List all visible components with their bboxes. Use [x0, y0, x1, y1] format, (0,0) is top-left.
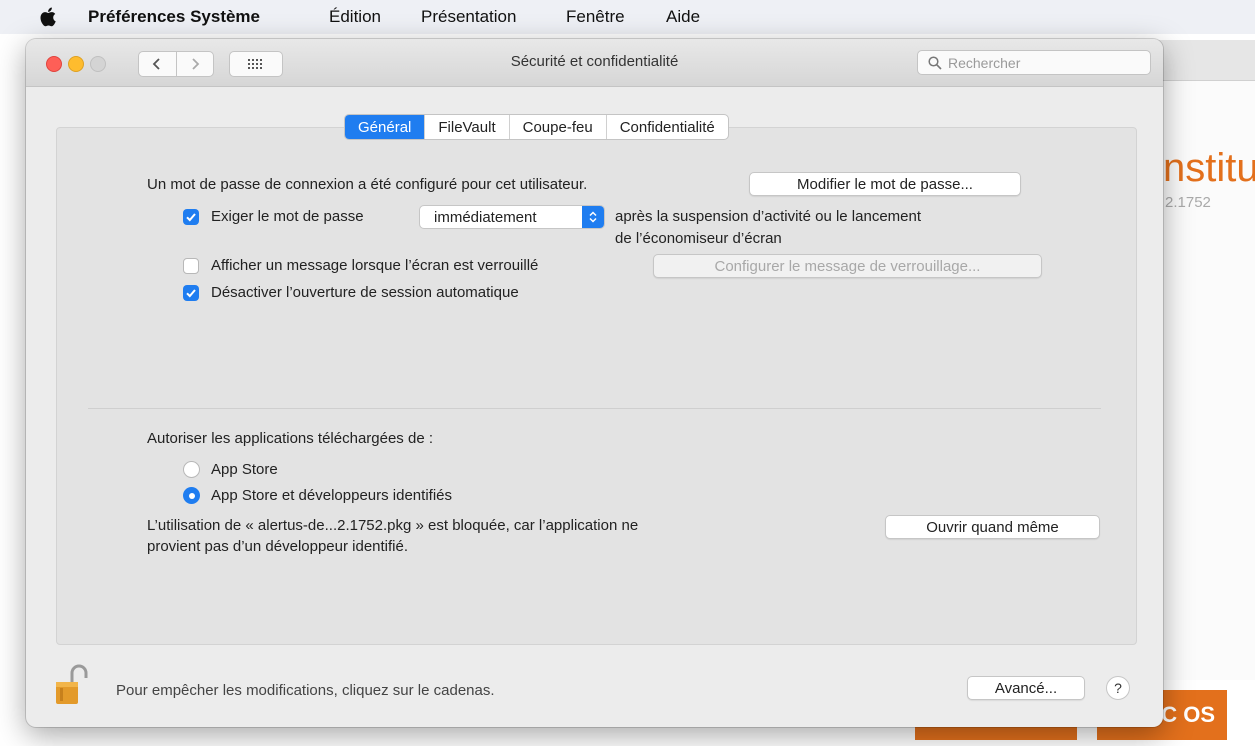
tab-filevault[interactable]: FileVault	[424, 115, 508, 139]
menu-app-name[interactable]: Préférences Système	[88, 7, 260, 27]
blocked-app-message-2: provient pas d’un développeur identifié.	[147, 538, 409, 555]
allow-apps-label: Autoriser les applications téléchargées …	[147, 430, 433, 447]
tab-bar: Général FileVault Coupe-feu Confidential…	[344, 114, 729, 140]
menu-item-aide[interactable]: Aide	[666, 7, 700, 27]
require-password-checkbox[interactable]	[183, 209, 199, 225]
password-configured-text: Un mot de passe de connexion a été confi…	[147, 176, 588, 193]
title-bar: Sécurité et confidentialité Rechercher	[26, 39, 1163, 87]
padlock-open-icon	[56, 664, 88, 704]
tab-firewall[interactable]: Coupe-feu	[508, 115, 606, 139]
configure-lock-message-button[interactable]: Configurer le message de verrouillage...	[653, 254, 1042, 278]
change-password-button[interactable]: Modifier le mot de passe...	[749, 172, 1021, 196]
advanced-button[interactable]: Avancé...	[967, 676, 1085, 700]
background-app-version: 2.1752	[1165, 194, 1211, 211]
password-delay-value: immédiatement	[434, 208, 537, 226]
radio-app-store-identified[interactable]	[183, 487, 200, 504]
updown-arrow-icon	[582, 206, 604, 228]
disable-auto-login-checkbox[interactable]	[183, 285, 199, 301]
blocked-app-message-1: L’utilisation de « alertus-de...2.1752.p…	[147, 517, 639, 534]
tab-general[interactable]: Général	[345, 115, 425, 139]
menu-item-presentation[interactable]: Présentation	[421, 7, 516, 27]
security-preferences-window: Sécurité et confidentialité Rechercher G…	[26, 39, 1163, 727]
search-icon	[928, 55, 942, 70]
require-password-label: Exiger le mot de passe	[211, 208, 364, 225]
lock-instruction-text: Pour empêcher les modifications, cliquez…	[116, 682, 495, 699]
checkmark-icon	[186, 289, 196, 298]
radio-app-store-label: App Store	[211, 461, 278, 478]
help-button[interactable]: ?	[1106, 676, 1130, 700]
password-delay-popup[interactable]: immédiatement	[419, 205, 605, 229]
radio-app-store-identified-label: App Store et développeurs identifiés	[211, 487, 452, 504]
lock-button[interactable]	[54, 663, 90, 707]
background-app-title: nstitut	[1163, 146, 1255, 190]
apple-logo-icon[interactable]	[38, 6, 60, 28]
show-message-label: Afficher un message lorsque l’écran est …	[211, 257, 539, 274]
menu-item-fenetre[interactable]: Fenêtre	[566, 7, 625, 27]
show-message-checkbox[interactable]	[183, 258, 199, 274]
checkmark-icon	[186, 213, 196, 222]
section-divider	[88, 408, 1101, 409]
require-password-after-text-2: de l’économiseur d’écran	[615, 230, 782, 247]
menu-item-edition[interactable]: Édition	[329, 7, 381, 27]
search-placeholder: Rechercher	[948, 54, 1021, 71]
search-field[interactable]: Rechercher	[917, 50, 1151, 75]
open-anyway-button[interactable]: Ouvrir quand même	[885, 515, 1100, 539]
radio-app-store[interactable]	[183, 461, 200, 478]
menu-bar: Préférences Système Édition Présentation…	[0, 0, 1255, 34]
disable-auto-login-label: Désactiver l’ouverture de session automa…	[211, 284, 519, 301]
require-password-after-text-1: après la suspension d’activité ou le lan…	[615, 208, 922, 225]
tab-privacy[interactable]: Confidentialité	[605, 115, 728, 139]
